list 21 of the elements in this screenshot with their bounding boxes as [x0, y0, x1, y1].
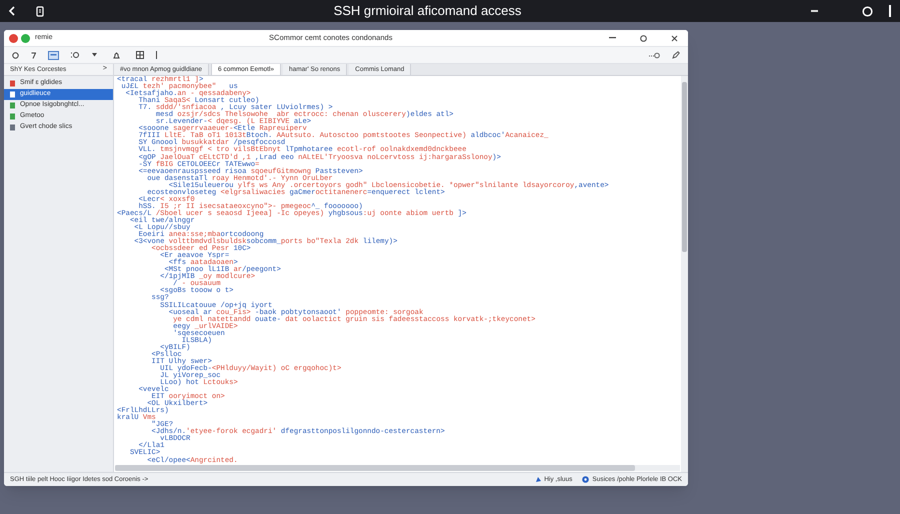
link-icon[interactable]	[649, 52, 660, 58]
panel-icon[interactable]	[136, 51, 144, 59]
close-icon[interactable]	[671, 34, 678, 42]
bell-icon[interactable]	[113, 52, 120, 58]
vertical-scrollbar[interactable]	[681, 76, 688, 472]
minimize-icon[interactable]	[609, 37, 616, 39]
circle-icon[interactable]	[12, 52, 19, 58]
divider-icon	[156, 51, 158, 59]
search-icon[interactable]	[71, 51, 80, 59]
back-icon[interactable]	[8, 6, 16, 16]
phone-icon[interactable]	[36, 6, 44, 16]
caret-icon[interactable]	[92, 53, 97, 57]
window-icon[interactable]	[48, 50, 59, 60]
info-icon	[582, 476, 590, 483]
bar-icon[interactable]	[889, 5, 892, 17]
app-title: SSH grmioiral aficomand access	[334, 2, 522, 20]
minimize-icon[interactable]	[811, 10, 818, 12]
arrow-icon	[535, 476, 542, 483]
horizontal-scrollbar[interactable]	[115, 465, 680, 471]
edit-icon[interactable]	[672, 51, 680, 59]
maximize-icon[interactable]	[640, 34, 647, 42]
